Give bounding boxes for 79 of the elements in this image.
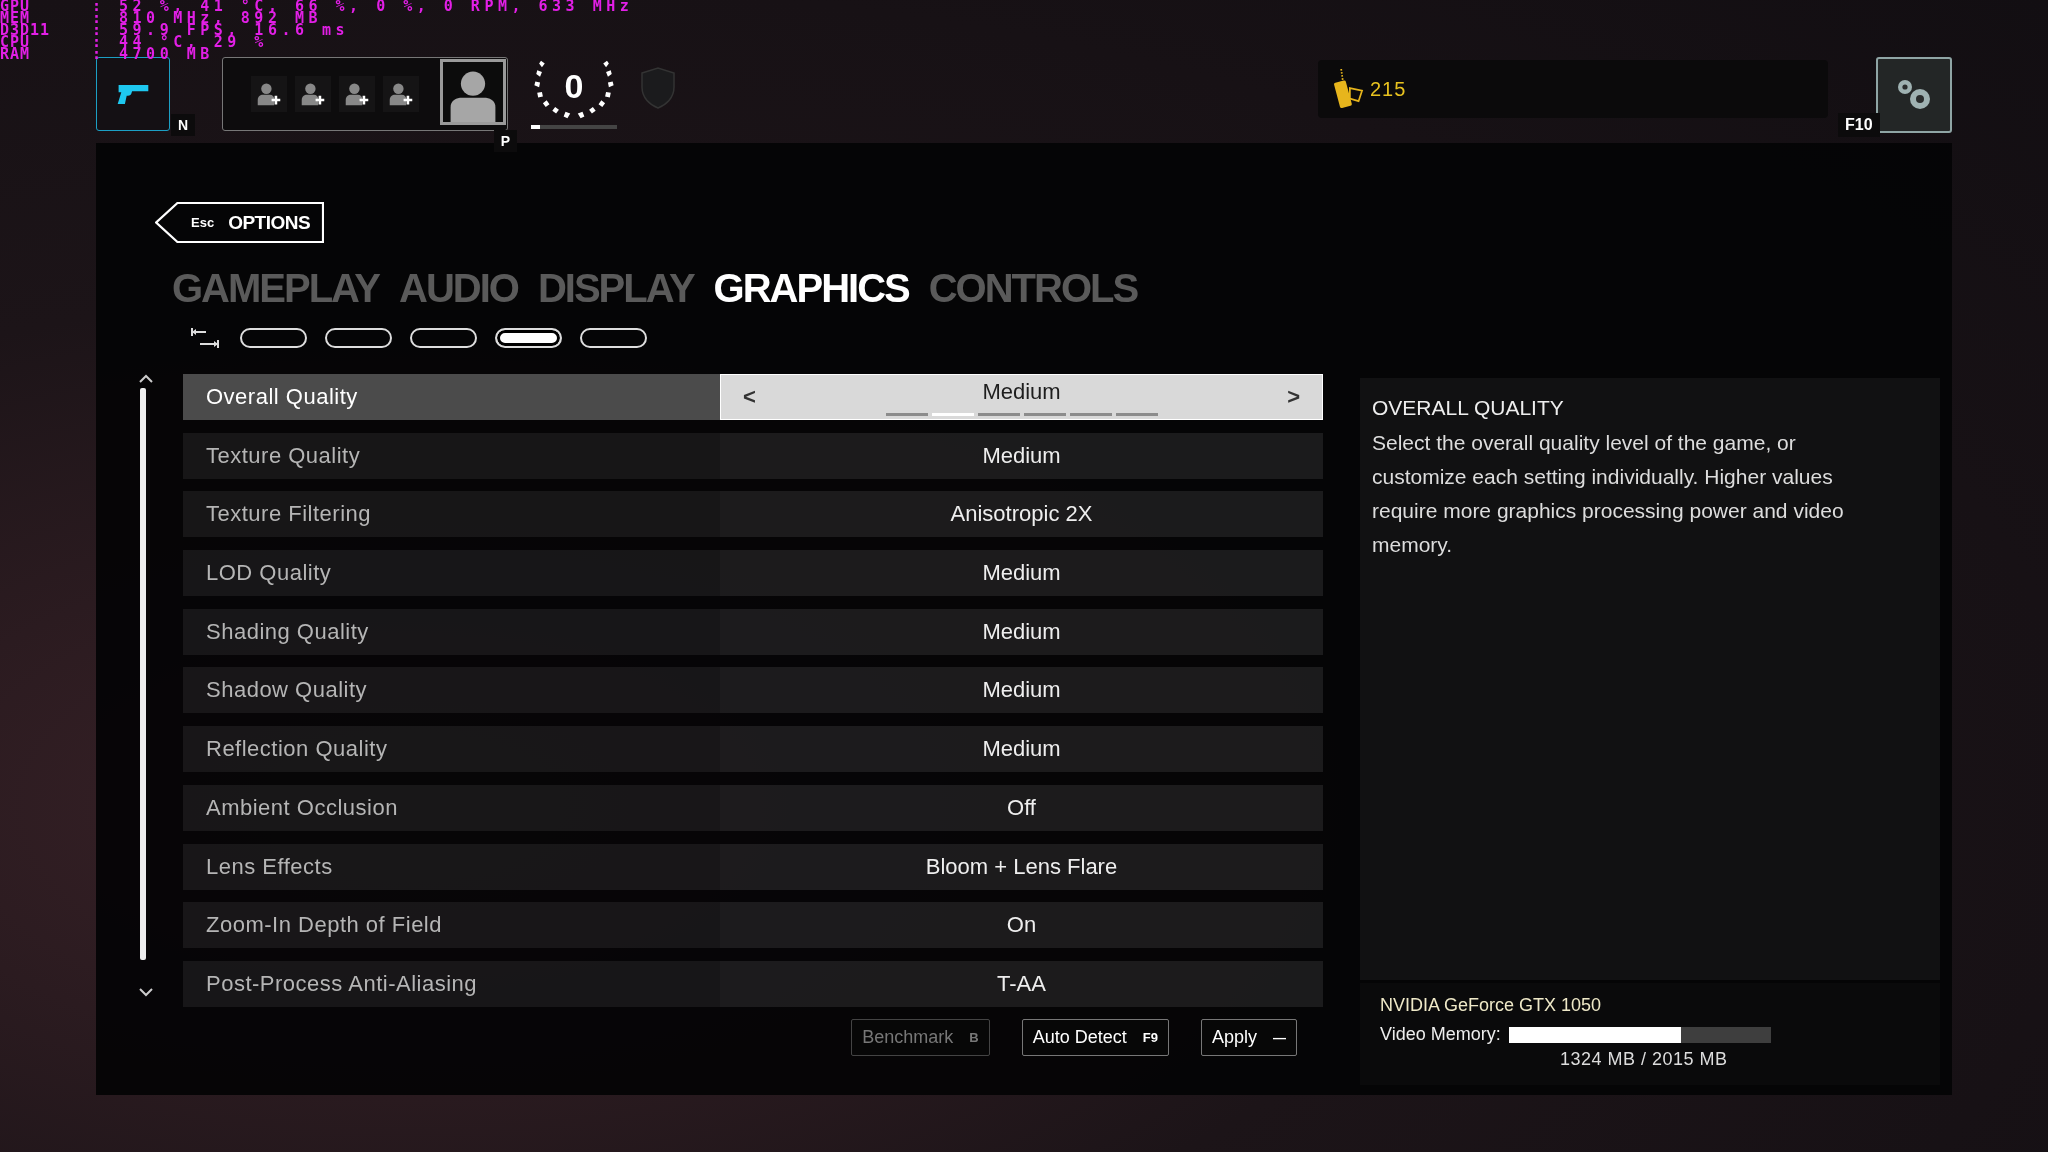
preset-button[interactable] bbox=[410, 328, 477, 348]
setting-value-selector[interactable]: Medium bbox=[720, 667, 1323, 714]
setting-label[interactable]: Zoom-In Depth of Field bbox=[183, 902, 720, 949]
stat-label: GPU bbox=[0, 0, 32, 12]
setting-label[interactable]: Lens Effects bbox=[183, 843, 720, 890]
invite-slot[interactable] bbox=[295, 76, 331, 112]
description-title: OVERALL QUALITY bbox=[1372, 396, 1565, 420]
setting-value: Off bbox=[1007, 794, 1036, 821]
setting-value: T-AA bbox=[997, 970, 1046, 997]
key-hint: P bbox=[493, 130, 517, 152]
setting-value-selector[interactable]: T-AA bbox=[720, 960, 1323, 1007]
stat-value: : 52 %, 41 °C, 66 %, 0 %, 0 RPM, 633 MHz bbox=[92, 0, 634, 12]
setting-value: Medium bbox=[982, 618, 1061, 645]
key-hint: F10 bbox=[1838, 113, 1880, 137]
setting-label[interactable]: Texture Filtering bbox=[183, 491, 720, 538]
stat-label: MEM bbox=[0, 12, 31, 24]
preset-button[interactable] bbox=[240, 328, 307, 348]
setting-value-selector[interactable]: Medium bbox=[720, 432, 1323, 479]
setting-value-selector[interactable]: On bbox=[720, 902, 1323, 949]
add-friend-icon bbox=[388, 81, 414, 107]
setting-label[interactable]: Reflection Quality bbox=[183, 726, 720, 773]
invite-slot[interactable] bbox=[339, 76, 375, 112]
add-friend-icon bbox=[344, 81, 370, 107]
description-text: Select the overall quality level of the game, or customize each setting individually. Higher values require more graphics processing power and video memory. bbox=[1372, 430, 1845, 558]
invite-slot[interactable] bbox=[251, 76, 287, 112]
settings-button[interactable] bbox=[1876, 57, 1952, 133]
action-button[interactable]: Apply — bbox=[1200, 1018, 1297, 1056]
add-friend-icon bbox=[256, 81, 282, 107]
stat-value: : 59.9 FPS, 16.6 ms bbox=[92, 24, 350, 36]
setting-label[interactable]: Overall Quality bbox=[183, 374, 720, 420]
previous-arrow[interactable]: < bbox=[743, 384, 756, 410]
setting-value-selector[interactable]: Anisotropic 2X bbox=[720, 491, 1323, 538]
shield-icon bbox=[640, 67, 676, 109]
setting-value-selector[interactable]: Medium bbox=[720, 726, 1323, 773]
setting-label[interactable]: Post-Process Anti-Aliasing bbox=[183, 960, 720, 1007]
currency-amount: 215 bbox=[1370, 77, 1407, 101]
setting-label[interactable]: Shading Quality bbox=[183, 608, 720, 655]
preset-button[interactable] bbox=[495, 328, 562, 348]
preset-toggle-icon[interactable] bbox=[190, 327, 220, 349]
action-button[interactable]: Auto Detect F9 bbox=[1021, 1018, 1169, 1056]
rank-number: 0 bbox=[564, 67, 584, 105]
invite-slot[interactable] bbox=[383, 76, 419, 112]
setting-value-selector[interactable]: Off bbox=[720, 784, 1323, 831]
setting-value-selector[interactable]: Bloom + Lens Flare bbox=[720, 843, 1323, 890]
setting-label[interactable]: Texture Quality bbox=[183, 432, 720, 479]
preset-button[interactable] bbox=[325, 328, 392, 348]
setting-value: Anisotropic 2X bbox=[950, 501, 1093, 528]
back-button[interactable]: Esc OPTIONS bbox=[155, 202, 325, 243]
scroll-down-chevron-icon[interactable] bbox=[138, 987, 154, 997]
gpu-name: NVIDIA GeForce GTX 1050 bbox=[1380, 995, 1603, 1016]
setting-value: Medium bbox=[982, 677, 1061, 704]
setting-value: Medium bbox=[982, 379, 1061, 405]
pistol-icon bbox=[115, 82, 151, 106]
next-arrow[interactable]: > bbox=[1287, 384, 1300, 410]
avatar-placeholder[interactable] bbox=[440, 59, 506, 125]
setting-value: Medium bbox=[982, 560, 1061, 587]
scroll-up-chevron-icon[interactable] bbox=[138, 374, 154, 384]
video-memory-label: Video Memory: bbox=[1380, 1024, 1501, 1045]
stat-label: RAM bbox=[0, 48, 32, 60]
add-friend-icon bbox=[300, 81, 326, 107]
setting-value-selector[interactable]: Medium bbox=[720, 608, 1323, 655]
setting-value-selector[interactable]: < Medium > bbox=[720, 374, 1323, 420]
video-memory-reading: 1324 MB / 2015 MB bbox=[1560, 1049, 1729, 1070]
setting-label[interactable]: LOD Quality bbox=[183, 550, 720, 597]
key-hint: N bbox=[170, 114, 195, 136]
setting-value: Bloom + Lens Flare bbox=[925, 853, 1118, 880]
setting-label[interactable]: Shadow Quality bbox=[183, 667, 720, 714]
stat-label: CPU bbox=[0, 36, 31, 48]
setting-value-selector[interactable]: Medium bbox=[720, 550, 1323, 597]
setting-value: Medium bbox=[982, 442, 1061, 469]
dog-tag-icon bbox=[1334, 69, 1364, 109]
tab[interactable]: GRAPHICS bbox=[713, 261, 909, 315]
stat-value: : 810 MHz, 892 MB bbox=[92, 12, 323, 24]
stat-value: : 44 °C, 29 % bbox=[92, 36, 268, 48]
setting-value: Medium bbox=[982, 736, 1061, 763]
stat-label: D3D11 bbox=[0, 24, 52, 36]
setting-value: On bbox=[1006, 912, 1037, 939]
preset-button[interactable] bbox=[580, 328, 647, 348]
setting-label[interactable]: Ambient Occlusion bbox=[183, 784, 720, 831]
